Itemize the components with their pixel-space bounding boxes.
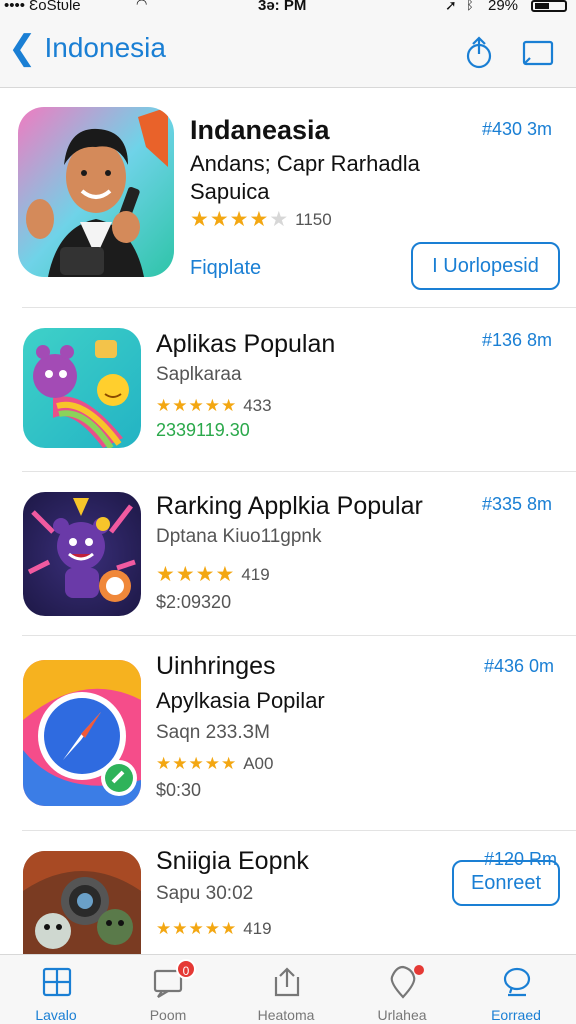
app-icon (23, 328, 141, 448)
status-bar: •••• ƐoStᴜle ◠ 3ǝ: PM ➚ ᛒ 29% (0, 0, 576, 16)
star-rating-icon: ★★★★★ (156, 396, 238, 415)
app-subtitle: Saplkaraa (156, 364, 242, 385)
app-name: Uinhringes (156, 652, 276, 680)
app-size: #430 3m (482, 119, 553, 139)
app-price: $0:30 (156, 780, 202, 800)
upload-icon (274, 967, 300, 997)
app-subtitle-secondary: Sapuica (190, 179, 270, 204)
rating-count: A00 (243, 754, 274, 773)
app-rating: ★★★★ 419 (156, 562, 270, 587)
list-item[interactable]: Indaneasia #430 3m Andans; Capr Rarhadla… (0, 89, 576, 307)
navigation-bar: ❮ Indonesia (0, 16, 576, 88)
tab-poom[interactable]: 0 Poom (118, 955, 218, 1024)
app-subtitle: Apylkasia Popilar (156, 688, 325, 713)
rating-count: 433 (243, 396, 272, 415)
wifi-icon: ◠ (136, 0, 148, 11)
app-size: #120 Rm (484, 849, 558, 869)
bubble-icon (503, 967, 531, 997)
app-subtitle: Sapu 30:02 (156, 883, 254, 904)
app-name: Aplikas Populan (156, 330, 336, 358)
star-rating-icon: ★★★★★ (156, 919, 238, 938)
app-rating: ★★★★★ 419 (156, 919, 272, 939)
tab-bar: Lavalo 0 Poom Heatoma Urlahea Eorraed (0, 954, 576, 1024)
app-rating: ★★★★★ 433 (156, 396, 272, 416)
back-title: Indonesia (44, 32, 166, 63)
notification-badge: 0 (176, 959, 196, 979)
app-link[interactable]: Fiqplate (190, 257, 261, 280)
tab-label: Lavalo (35, 1007, 77, 1023)
carrier-label: •••• ƐoStᴜle (4, 0, 81, 14)
app-size: #436 0m (484, 656, 555, 676)
list-item[interactable]: Uinhringes #436 0m Apylkasia Popilar Saq… (0, 636, 576, 906)
tab-label: Eorraed (491, 1007, 541, 1023)
tab-eorraed[interactable]: Eorraed (466, 955, 566, 1024)
app-name: Rarking Applkia Popular (156, 492, 423, 520)
app-icon (23, 492, 141, 616)
battery-icon (531, 0, 567, 12)
back-button[interactable]: ❮ Indonesia (8, 30, 166, 66)
app-rating: ★★★★★ 1150 (190, 207, 332, 232)
star-rating-icon: ★★★★★ (156, 754, 238, 773)
tab-heatoma[interactable]: Heatoma (236, 955, 336, 1024)
list-item[interactable]: Sniigia Eopnk #120 Rm Sapu 30:02 ★★★★★ 4… (0, 831, 576, 961)
app-subtitle-secondary: Saqn 233.ЗM (156, 722, 270, 743)
chevron-left-icon: ❮ (8, 29, 37, 67)
app-rating: ★★★★★ A00 (156, 754, 273, 774)
app-subtitle: Andans; Capr Rarhadla (190, 151, 420, 176)
app-subtitle: Dptana Kiuo11gpnk (156, 526, 322, 547)
list-item[interactable]: Rarking Applkia Popular #335 8m Dptana K… (0, 472, 576, 635)
grid-icon (42, 967, 72, 997)
rating-count: 1150 (295, 209, 332, 229)
star-rating-icon: ★★★★★ (190, 208, 290, 231)
star-rating-icon: ★★★★ (156, 563, 236, 586)
rating-count: 419 (241, 564, 270, 584)
notification-dot (414, 965, 424, 975)
app-icon (18, 107, 174, 277)
rating-count: 419 (243, 919, 272, 938)
tab-label: Heatoma (257, 1007, 315, 1023)
tab-lavalo[interactable]: Lavalo (6, 955, 106, 1024)
battery-percent: 29% (488, 0, 519, 14)
app-size: #136 8m (482, 330, 553, 350)
app-name: Indaneasia (190, 115, 330, 145)
tab-label: Poom (149, 1007, 187, 1023)
app-size: #335 8m (482, 494, 553, 514)
app-icon (23, 660, 141, 806)
app-icon (23, 851, 141, 961)
tab-urlahea[interactable]: Urlahea (352, 955, 452, 1024)
app-price: 2339119.30 (156, 420, 250, 440)
location-arrow-icon: ➚ (445, 0, 457, 13)
bluetooth-icon: ᛒ (466, 0, 474, 12)
bookmark-icon[interactable] (520, 36, 556, 70)
tab-label: Urlahea (377, 1007, 427, 1023)
app-price: $2:09320 (156, 592, 232, 612)
get-button[interactable]: I Uorlopesid (411, 242, 560, 290)
app-name: Sniigia Eopnk (156, 847, 309, 875)
share-icon[interactable] (460, 34, 498, 72)
list-item[interactable]: Aplikas Populan #136 8m Saplkaraa ★★★★★ … (0, 308, 576, 471)
status-time: 3ǝ: PM (258, 0, 307, 14)
